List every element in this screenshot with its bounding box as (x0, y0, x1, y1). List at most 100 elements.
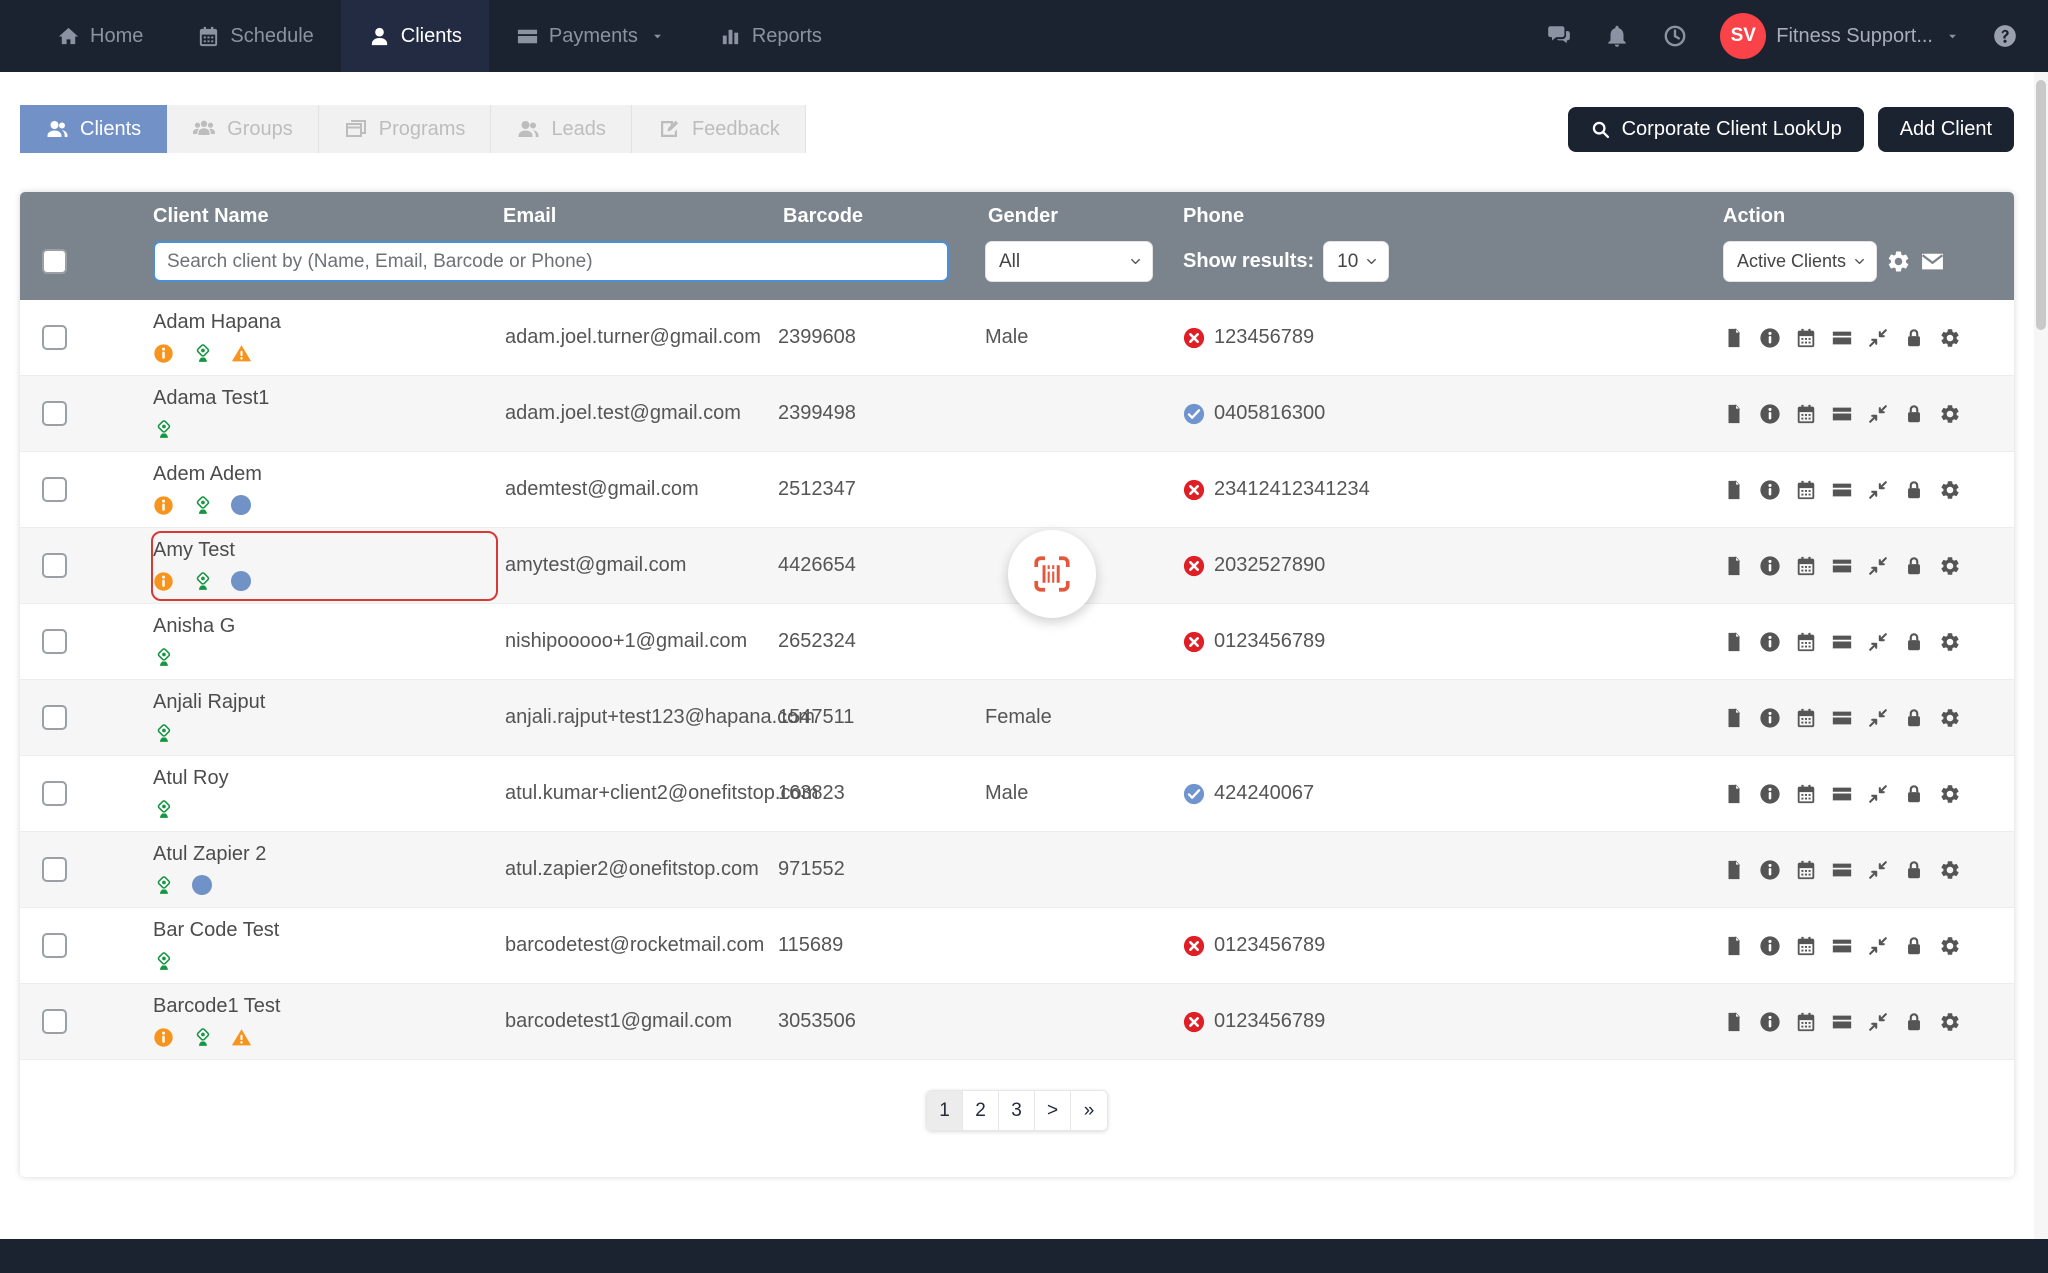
lock-icon[interactable] (1903, 1011, 1925, 1033)
lock-icon[interactable] (1903, 707, 1925, 729)
info-icon[interactable] (1759, 935, 1781, 957)
compress-icon[interactable] (1867, 479, 1889, 501)
compress-icon[interactable] (1867, 783, 1889, 805)
settings-icon[interactable] (1939, 859, 1961, 881)
calendar-icon[interactable] (1795, 1011, 1817, 1033)
row-checkbox[interactable] (42, 629, 67, 654)
scrollbar-track[interactable] (2034, 72, 2048, 1239)
document-icon[interactable] (1723, 479, 1745, 501)
email-envelope-icon[interactable] (1920, 249, 1945, 274)
settings-gear-icon[interactable] (1886, 249, 1911, 274)
info-icon[interactable] (1759, 859, 1781, 881)
compress-icon[interactable] (1867, 935, 1889, 957)
row-checkbox[interactable] (42, 477, 67, 502)
barcode-scan-button[interactable] (1008, 530, 1096, 618)
chat-icon[interactable] (1546, 23, 1572, 49)
tab-programs[interactable]: Programs (318, 105, 492, 153)
settings-icon[interactable] (1939, 935, 1961, 957)
tab-groups[interactable]: Groups (167, 105, 319, 153)
nav-item-schedule[interactable]: Schedule (170, 0, 340, 72)
client-name[interactable]: Adama Test1 (153, 387, 480, 410)
account-menu[interactable]: SV Fitness Support... (1720, 13, 1960, 59)
select-all-checkbox[interactable] (42, 249, 67, 274)
document-icon[interactable] (1723, 1011, 1745, 1033)
compress-icon[interactable] (1867, 631, 1889, 653)
lock-icon[interactable] (1903, 859, 1925, 881)
pagination-button-2[interactable]: 2 (963, 1091, 999, 1130)
info-icon[interactable] (1759, 403, 1781, 425)
payment-card-icon[interactable] (1831, 1011, 1853, 1033)
lock-icon[interactable] (1903, 935, 1925, 957)
calendar-icon[interactable] (1795, 935, 1817, 957)
row-checkbox[interactable] (42, 401, 67, 426)
document-icon[interactable] (1723, 555, 1745, 577)
help-icon[interactable] (1992, 23, 2018, 49)
payment-card-icon[interactable] (1831, 555, 1853, 577)
history-clock-icon[interactable] (1662, 23, 1688, 49)
nav-item-home[interactable]: Home (30, 0, 170, 72)
calendar-icon[interactable] (1795, 859, 1817, 881)
compress-icon[interactable] (1867, 327, 1889, 349)
info-icon[interactable] (1759, 479, 1781, 501)
tab-leads[interactable]: Leads (491, 105, 632, 153)
client-name[interactable]: Anjali Rajput (153, 691, 480, 714)
payment-card-icon[interactable] (1831, 935, 1853, 957)
lock-icon[interactable] (1903, 479, 1925, 501)
calendar-icon[interactable] (1795, 555, 1817, 577)
info-icon[interactable] (1759, 1011, 1781, 1033)
tab-feedback[interactable]: Feedback (631, 105, 806, 153)
row-checkbox[interactable] (42, 325, 67, 350)
compress-icon[interactable] (1867, 403, 1889, 425)
gender-filter-select[interactable]: All (985, 241, 1153, 282)
document-icon[interactable] (1723, 935, 1745, 957)
calendar-icon[interactable] (1795, 631, 1817, 653)
calendar-icon[interactable] (1795, 403, 1817, 425)
client-name[interactable]: Atul Zapier 2 (153, 843, 480, 866)
compress-icon[interactable] (1867, 1011, 1889, 1033)
info-icon[interactable] (1759, 707, 1781, 729)
info-icon[interactable] (1759, 327, 1781, 349)
settings-icon[interactable] (1939, 707, 1961, 729)
settings-icon[interactable] (1939, 327, 1961, 349)
info-icon[interactable] (1759, 631, 1781, 653)
compress-icon[interactable] (1867, 555, 1889, 577)
search-input[interactable] (153, 241, 949, 282)
client-name[interactable]: Bar Code Test (153, 919, 480, 942)
corporate-client-lookup-button[interactable]: Corporate Client LookUp (1567, 106, 1864, 152)
compress-icon[interactable] (1867, 859, 1889, 881)
pagination-button-1[interactable]: 1 (927, 1091, 963, 1130)
calendar-icon[interactable] (1795, 783, 1817, 805)
row-checkbox[interactable] (42, 1009, 67, 1034)
show-results-select[interactable]: 10 (1323, 241, 1390, 282)
settings-icon[interactable] (1939, 403, 1961, 425)
client-name[interactable]: Barcode1 Test (153, 995, 480, 1018)
document-icon[interactable] (1723, 403, 1745, 425)
row-checkbox[interactable] (42, 933, 67, 958)
payment-card-icon[interactable] (1831, 783, 1853, 805)
pagination-button-last[interactable]: » (1071, 1091, 1107, 1130)
tab-clients[interactable]: Clients (20, 105, 168, 153)
document-icon[interactable] (1723, 707, 1745, 729)
payment-card-icon[interactable] (1831, 631, 1853, 653)
settings-icon[interactable] (1939, 783, 1961, 805)
row-checkbox[interactable] (42, 781, 67, 806)
payment-card-icon[interactable] (1831, 859, 1853, 881)
settings-icon[interactable] (1939, 479, 1961, 501)
client-name[interactable]: Adam Hapana (153, 311, 480, 334)
document-icon[interactable] (1723, 327, 1745, 349)
payment-card-icon[interactable] (1831, 403, 1853, 425)
document-icon[interactable] (1723, 783, 1745, 805)
scrollbar-thumb[interactable] (2036, 80, 2046, 330)
document-icon[interactable] (1723, 631, 1745, 653)
client-name[interactable]: Atul Roy (153, 767, 480, 790)
row-checkbox[interactable] (42, 553, 67, 578)
lock-icon[interactable] (1903, 555, 1925, 577)
notifications-bell-icon[interactable] (1604, 23, 1630, 49)
add-client-button[interactable]: Add Client (1877, 106, 2014, 152)
client-name[interactable]: Amy Test (153, 539, 480, 562)
payment-card-icon[interactable] (1831, 707, 1853, 729)
row-checkbox[interactable] (42, 857, 67, 882)
info-icon[interactable] (1759, 555, 1781, 577)
info-icon[interactable] (1759, 783, 1781, 805)
lock-icon[interactable] (1903, 631, 1925, 653)
